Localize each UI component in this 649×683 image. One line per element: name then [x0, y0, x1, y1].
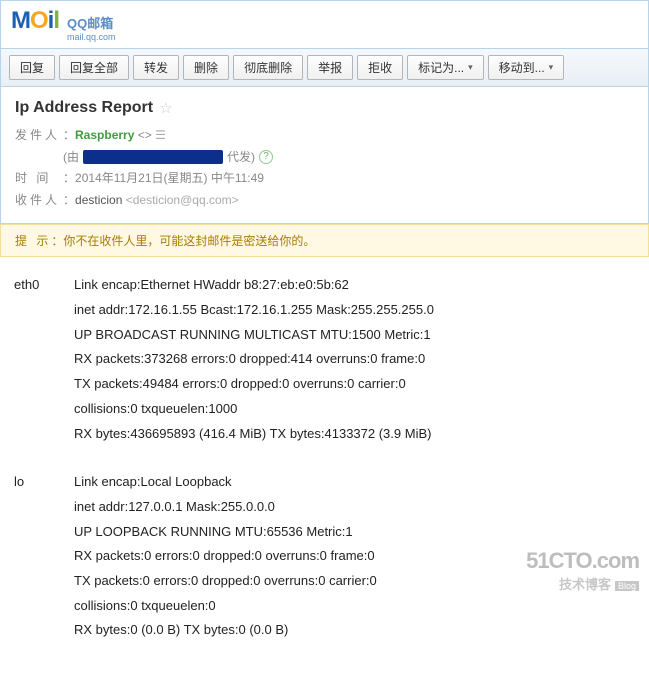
mail-toolbar: 回复 回复全部 转发 删除 彻底删除 举报 拒收 标记为...▾ 移动到...▾ [0, 49, 649, 87]
mail-body: eth0 Link encap:Ethernet HWaddr b8:27:eb… [0, 257, 649, 683]
hint-bar: 提 示：你不在收件人里，可能这封邮件是密送给你的。 [0, 224, 649, 257]
iface-lo: lo Link encap:Local Loopback inet addr:1… [14, 470, 635, 643]
star-icon[interactable]: ☆ [159, 99, 172, 117]
qqmail-logo[interactable]: MOil QQ邮箱 mail.qq.com [11, 7, 116, 42]
iface-line: collisions:0 txqueuelen:1000 [74, 397, 635, 422]
proxy-address-redacted [83, 150, 223, 164]
iface-line: Link encap:Local Loopback [74, 470, 635, 495]
iface-eth0: eth0 Link encap:Ethernet HWaddr b8:27:eb… [14, 273, 635, 446]
reject-button[interactable]: 拒收 [357, 55, 403, 80]
iface-line: TX packets:0 errors:0 dropped:0 overruns… [74, 569, 635, 594]
logo-letter-m: M [11, 7, 30, 34]
recipient-name[interactable]: desticion [75, 193, 122, 207]
iface-name: eth0 [14, 273, 74, 446]
mail-subject: Ip Address Report [15, 99, 153, 117]
forward-button[interactable]: 转发 [133, 55, 179, 80]
iface-line: UP BROADCAST RUNNING MULTICAST MTU:1500 … [74, 323, 635, 348]
delete-button[interactable]: 删除 [183, 55, 229, 80]
mail-meta-panel: Ip Address Report ☆ 发件人：Raspberry <> ☰ (… [0, 87, 649, 224]
iface-line: RX packets:373268 errors:0 dropped:414 o… [74, 347, 635, 372]
hint-label: 提 示 [15, 234, 51, 248]
time-value: 2014年11月21日(星期五) 中午11:49 [75, 171, 264, 185]
delete-forever-button[interactable]: 彻底删除 [233, 55, 303, 80]
sender-detail-icon[interactable]: ☰ [155, 128, 166, 142]
recipient-label: 收件人 [15, 190, 63, 212]
logo-letter-l: l [53, 7, 59, 34]
mark-as-button[interactable]: 标记为...▾ [407, 55, 484, 80]
iface-line: UP LOOPBACK RUNNING MTU:65536 Metric:1 [74, 520, 635, 545]
logo-letter-o: O [30, 7, 48, 34]
iface-line: collisions:0 txqueuelen:0 [74, 594, 635, 619]
iface-line: RX packets:0 errors:0 dropped:0 overruns… [74, 544, 635, 569]
iface-line: inet addr:127.0.0.1 Mask:255.0.0.0 [74, 495, 635, 520]
iface-line: TX packets:49484 errors:0 dropped:0 over… [74, 372, 635, 397]
proxy-suffix: 代发) [227, 147, 255, 169]
logo-product-name: QQ邮箱 [67, 13, 116, 32]
hint-text: ：你不在收件人里，可能这封邮件是密送给你的。 [51, 234, 315, 248]
iface-line: inet addr:172.16.1.55 Bcast:172.16.1.255… [74, 298, 635, 323]
time-label: 时 间 [15, 168, 63, 190]
reply-button[interactable]: 回复 [9, 55, 55, 80]
iface-line: RX bytes:0 (0.0 B) TX bytes:0 (0.0 B) [74, 618, 635, 643]
iface-line: Link encap:Ethernet HWaddr b8:27:eb:e0:5… [74, 273, 635, 298]
logo-url: mail.qq.com [67, 32, 116, 42]
proxy-prefix: (由 [63, 147, 79, 169]
mail-header: MOil QQ邮箱 mail.qq.com [0, 0, 649, 49]
sender-address: <> [138, 128, 152, 142]
help-icon[interactable]: ? [259, 150, 273, 164]
chevron-down-icon: ▾ [468, 62, 473, 73]
move-to-button[interactable]: 移动到...▾ [488, 55, 565, 80]
sender-label: 发件人 [15, 125, 63, 147]
chevron-down-icon: ▾ [549, 62, 554, 73]
recipient-address: <desticion@qq.com> [126, 193, 239, 207]
report-button[interactable]: 举报 [307, 55, 353, 80]
iface-line: RX bytes:436695893 (416.4 MiB) TX bytes:… [74, 422, 635, 447]
iface-name: lo [14, 470, 74, 643]
reply-all-button[interactable]: 回复全部 [59, 55, 129, 80]
sender-name[interactable]: Raspberry [75, 128, 134, 142]
